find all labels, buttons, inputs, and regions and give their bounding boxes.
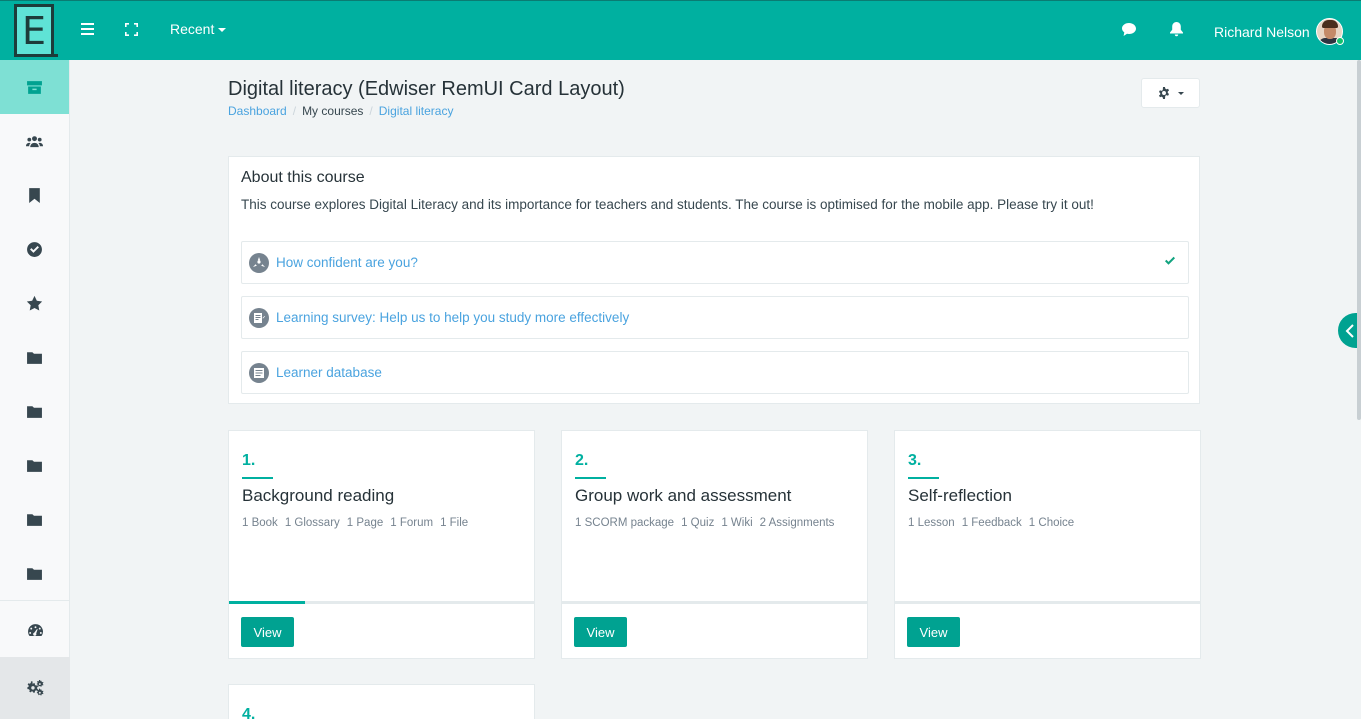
folder-icon <box>27 513 42 526</box>
section-underline <box>908 477 939 479</box>
hamburger-menu-icon[interactable] <box>81 23 94 36</box>
archive-icon <box>27 80 42 94</box>
section-title: Group work and assessment <box>575 486 792 505</box>
section-number: 4. <box>242 706 256 719</box>
check-circle-icon <box>27 241 42 257</box>
top-navbar: E Recent Richard Nelson <box>0 0 1361 60</box>
section-activity-summary: 1 Book 1 Glossary 1 Page 1 Forum 1 File <box>242 517 469 529</box>
activity-label: How confident are you? <box>276 255 418 270</box>
user-name[interactable]: Richard Nelson <box>1214 24 1310 40</box>
section-progress-bar <box>229 601 534 604</box>
folder-icon <box>27 405 42 418</box>
breadcrumb: Dashboard / My courses / Digital literacy <box>228 104 454 118</box>
sidebar-item-section-3[interactable] <box>0 438 69 492</box>
brand-letter: E <box>21 8 46 53</box>
sidebar-item-participants[interactable] <box>0 114 69 168</box>
folder-icon <box>27 351 42 364</box>
view-section-button[interactable]: View <box>241 617 294 647</box>
sidebar-item-section-4[interactable] <box>0 492 69 546</box>
sidebar-item-section-5[interactable] <box>0 546 69 600</box>
breadcrumb-course[interactable]: Digital literacy <box>379 104 454 118</box>
sidebar-item-site-admin[interactable] <box>0 657 70 719</box>
choice-icon <box>249 252 269 273</box>
chevron-left-icon <box>1345 323 1354 338</box>
section-number: 3. <box>908 452 922 469</box>
folder-icon <box>27 459 42 472</box>
fullscreen-icon[interactable] <box>125 23 138 36</box>
sidebar-item-competencies[interactable] <box>0 222 69 276</box>
database-icon <box>249 362 269 383</box>
feedback-icon <box>249 307 269 328</box>
course-settings-button[interactable] <box>1141 78 1200 108</box>
completion-check-icon[interactable] <box>1164 254 1176 266</box>
sidebar-item-dashboard[interactable] <box>0 603 70 657</box>
section-underline <box>575 477 606 479</box>
activity-label: Learner database <box>276 365 382 380</box>
activity-learner-database[interactable]: Learner database <box>241 351 1189 394</box>
section-activity-summary: 1 SCORM package 1 Quiz 1 Wiki 2 Assignments <box>575 517 835 529</box>
star-icon <box>26 295 43 311</box>
section-number: 1. <box>242 452 256 469</box>
section-card-1: 1. Background reading 1 Book 1 Glossary 1 … <box>228 430 535 659</box>
caret-down-icon <box>218 28 227 33</box>
about-description: This course explores Digital Literacy an… <box>241 197 1094 212</box>
section-number: 2. <box>575 452 589 469</box>
recent-dropdown[interactable]: Recent <box>170 21 227 37</box>
section-card-4: 4. <box>228 684 535 719</box>
page-scrollbar[interactable] <box>1357 60 1361 420</box>
caret-down-icon <box>1177 91 1184 95</box>
activity-label: Learning survey: Help us to help you stu… <box>276 310 630 325</box>
bookmark-icon <box>29 187 40 203</box>
section-underline <box>242 477 273 479</box>
sidebar-item-section-1[interactable] <box>0 330 69 384</box>
sidebar-item-archive[interactable] <box>0 60 69 114</box>
view-section-button[interactable]: View <box>907 617 960 647</box>
section-card-2: 2. Group work and assessment 1 SCORM pac… <box>561 430 868 659</box>
sidebar-item-section-2[interactable] <box>0 384 69 438</box>
section-title: Background reading <box>242 486 395 505</box>
dashboard-icon <box>27 623 43 636</box>
recent-label: Recent <box>170 21 215 37</box>
activity-learning-survey[interactable]: Learning survey: Help us to help you stu… <box>241 296 1189 339</box>
sidebar <box>0 60 70 719</box>
about-title: About this course <box>241 169 365 186</box>
breadcrumb-dashboard[interactable]: Dashboard <box>228 104 287 118</box>
page-title: Digital literacy (Edwiser RemUI Card Lay… <box>228 78 625 100</box>
gear-icon <box>1158 87 1169 99</box>
section-progress-bar <box>895 601 1200 604</box>
breadcrumb-my-courses: My courses <box>302 104 364 118</box>
bell-icon[interactable] <box>1170 22 1183 41</box>
sidebar-divider <box>0 600 70 601</box>
sidebar-item-grades[interactable] <box>0 276 69 330</box>
users-icon <box>26 135 43 147</box>
activity-how-confident[interactable]: How confident are you? <box>241 241 1189 284</box>
section-title: Self-reflection <box>908 486 1012 505</box>
brand-logo[interactable]: E <box>14 4 58 57</box>
sidebar-item-badges[interactable] <box>0 168 69 222</box>
message-icon[interactable] <box>1122 23 1136 40</box>
online-status-dot <box>1336 37 1344 45</box>
view-section-button[interactable]: View <box>574 617 627 647</box>
section-card-3: 3. Self-reflection 1 Lesson 1 Feedback 1 C… <box>894 430 1201 659</box>
section-activity-summary: 1 Lesson 1 Feedback 1 Choice <box>908 517 1075 529</box>
about-course-card: About this course This course explores D… <box>228 156 1200 404</box>
section-progress-bar <box>562 601 867 604</box>
folder-icon <box>27 567 42 580</box>
cogs-icon <box>26 679 43 696</box>
